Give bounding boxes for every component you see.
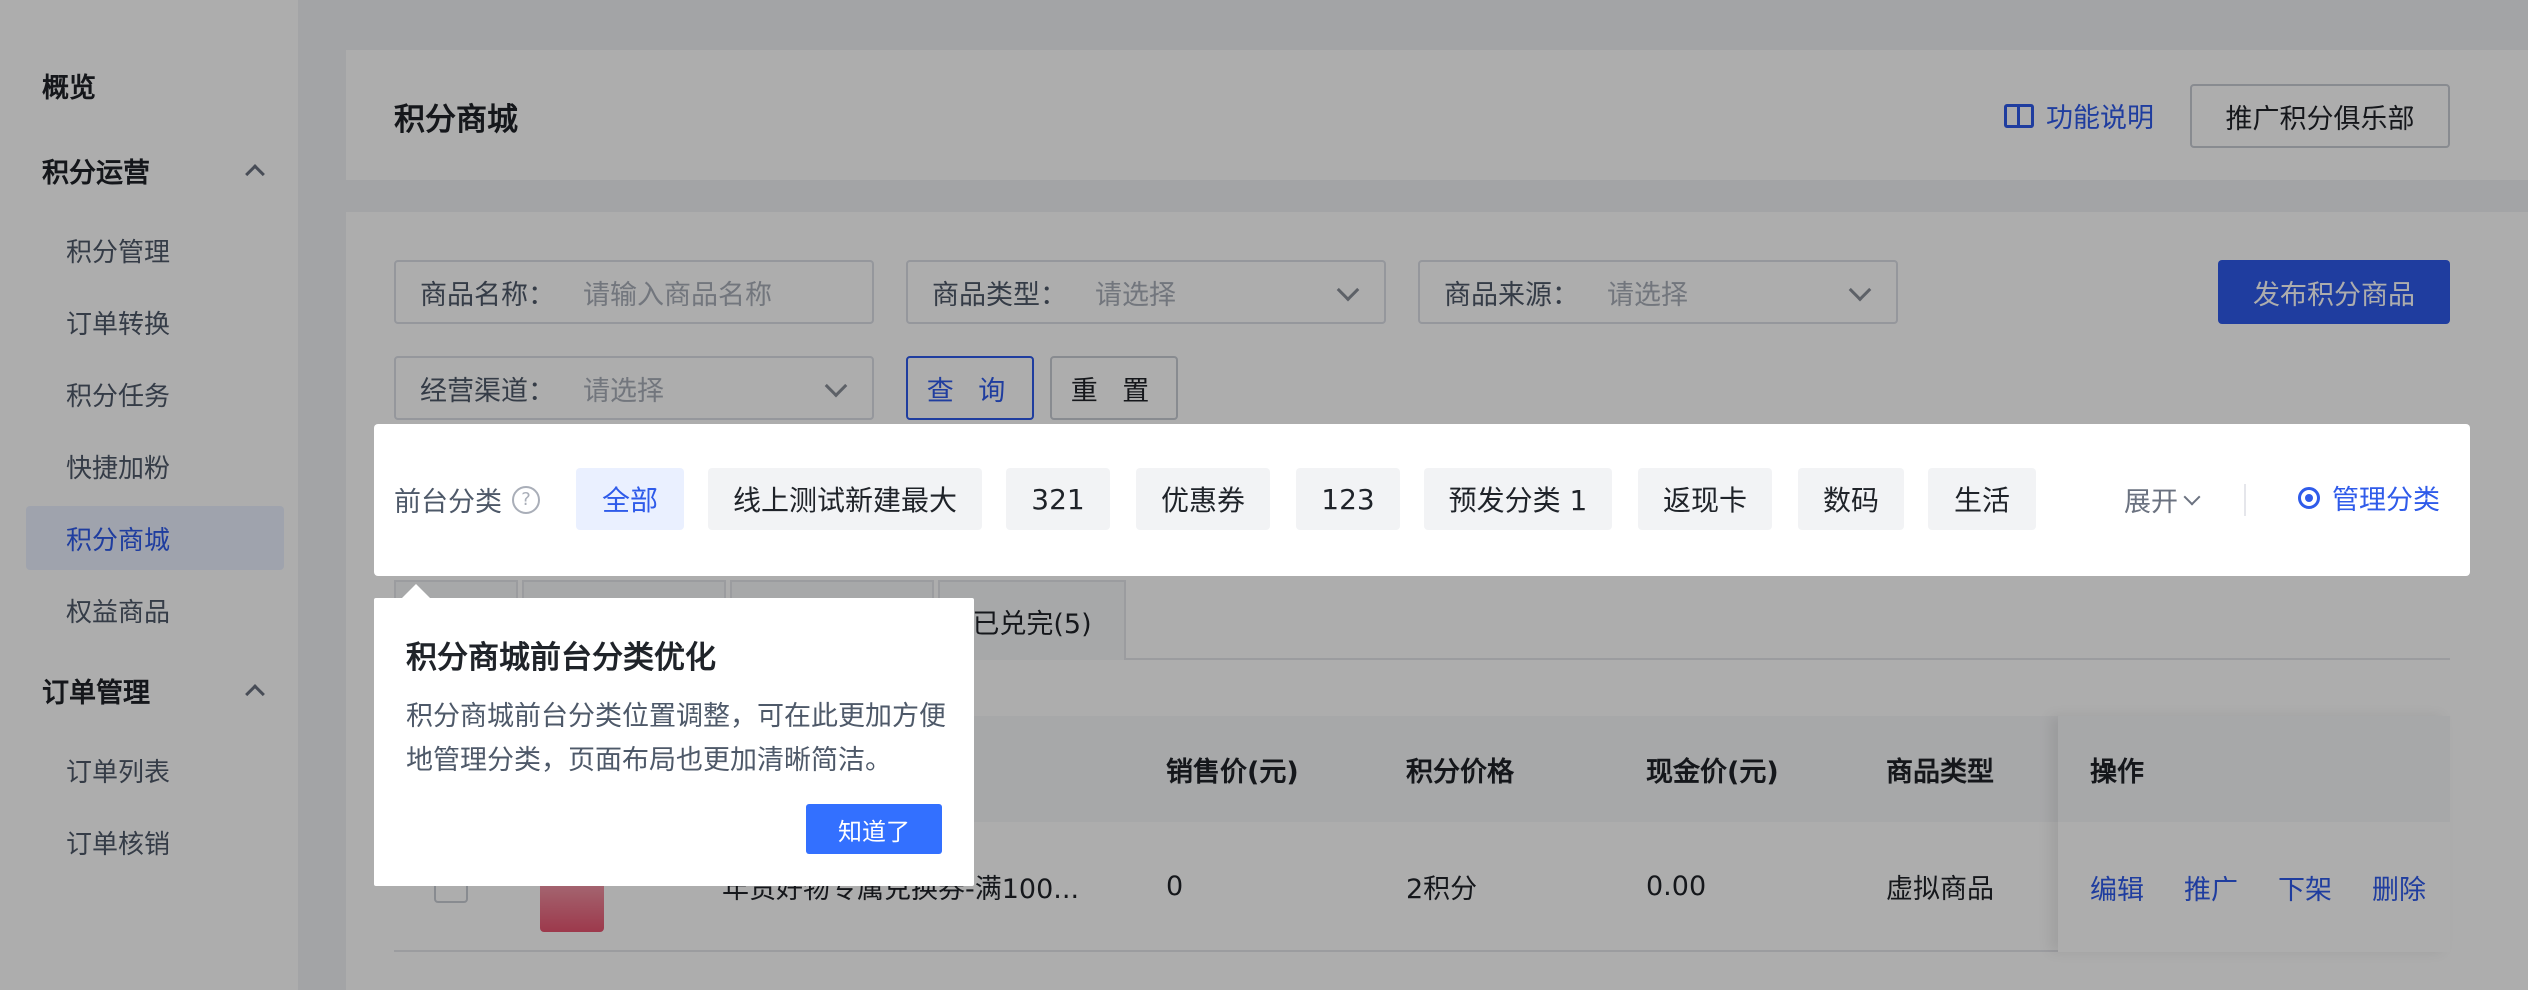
category-label-group: 前台分类 ?: [394, 480, 540, 519]
manage-category-link[interactable]: 管理分类: [2298, 478, 2440, 517]
chevron-down-icon: [2183, 488, 2201, 505]
manage-category-label: 管理分类: [2332, 485, 2440, 516]
popover-body: 积分商城前台分类位置调整，可在此更加方便地管理分类，页面布局也更加清晰简洁。: [406, 701, 946, 776]
category-bar: 前台分类 ? 全部 线上测试新建最大 321 优惠券 123 预发分类 1 返现…: [374, 424, 2470, 576]
expand-toggle[interactable]: 展开: [2124, 480, 2201, 519]
help-circle-icon[interactable]: ?: [512, 485, 540, 514]
guide-popover: 积分商城前台分类优化 积分商城前台分类位置调整，可在此更加方便地管理分类，页面布…: [374, 598, 974, 886]
divider: [2244, 484, 2246, 516]
category-chip[interactable]: 返现卡: [1638, 468, 1772, 530]
category-chip[interactable]: 优惠券: [1136, 468, 1270, 530]
popover-title: 积分商城前台分类优化: [406, 640, 716, 676]
gear-icon: [2298, 486, 2320, 509]
category-chip-all[interactable]: 全部: [576, 468, 684, 530]
category-label: 前台分类: [394, 487, 502, 518]
category-chip[interactable]: 预发分类 1: [1424, 468, 1612, 530]
category-chip[interactable]: 123: [1296, 468, 1400, 530]
category-chip[interactable]: 线上测试新建最大: [708, 468, 982, 530]
got-it-button[interactable]: 知道了: [806, 804, 942, 854]
expand-label: 展开: [2124, 487, 2178, 518]
popover-arrow: [402, 584, 430, 598]
category-chip[interactable]: 数码: [1798, 468, 1904, 530]
category-chip[interactable]: 321: [1006, 468, 1110, 530]
category-chip[interactable]: 生活: [1928, 468, 2036, 530]
